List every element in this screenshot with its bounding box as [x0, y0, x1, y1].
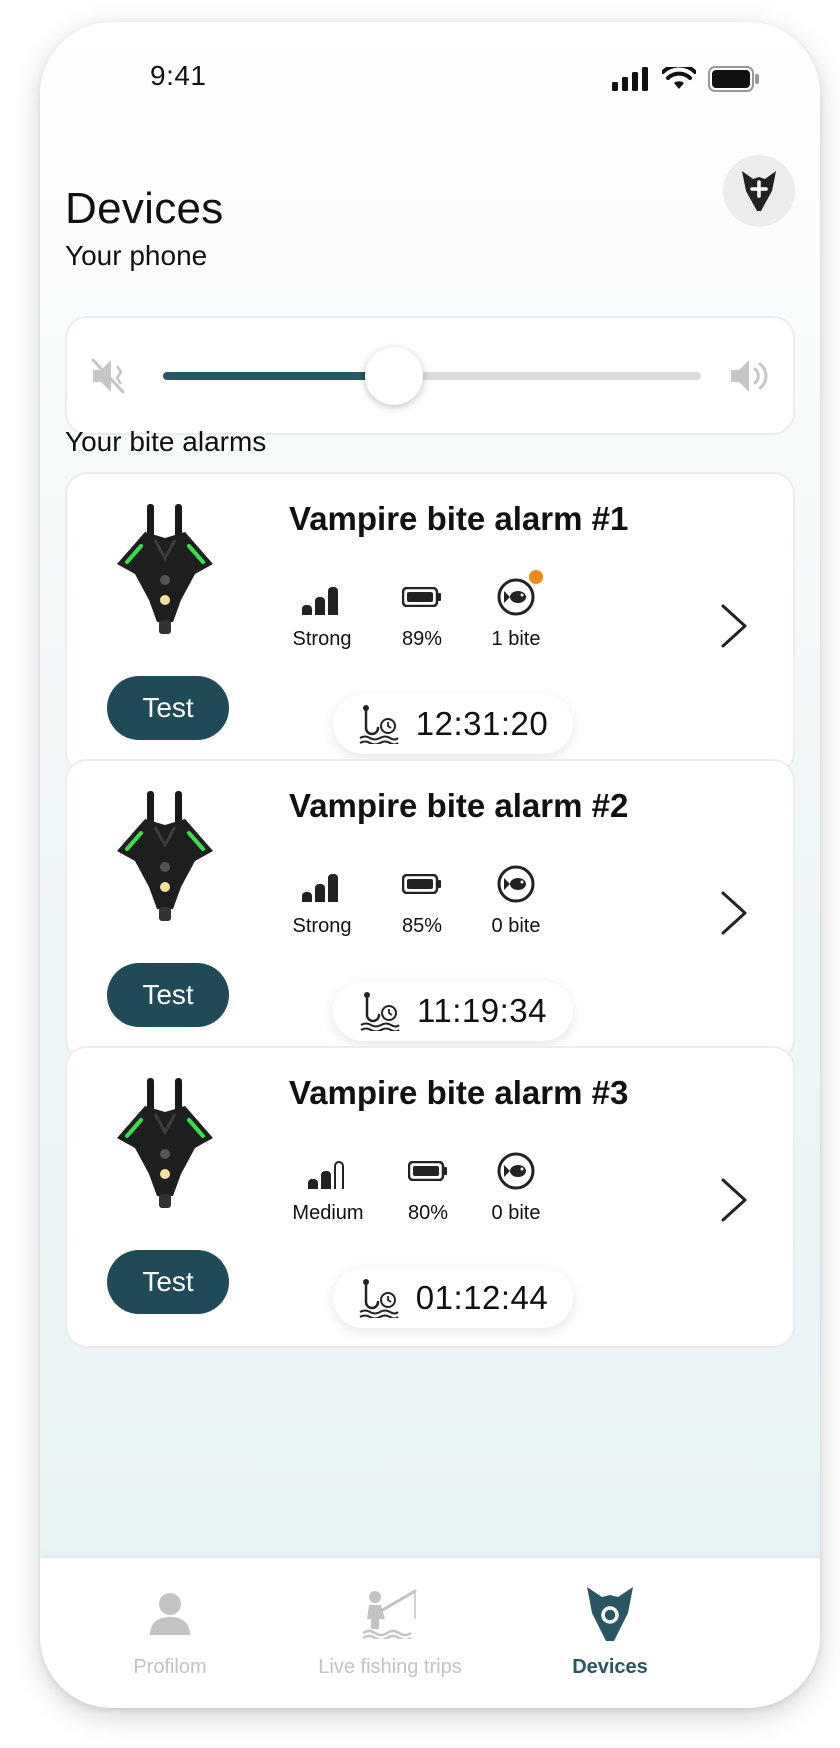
phone-section-label: Your phone [65, 240, 208, 271]
tab-label: Devices [572, 1656, 648, 1678]
new-bite-badge [529, 570, 543, 584]
volume-slider-thumb[interactable] [365, 347, 424, 405]
battery-icon [408, 1161, 447, 1181]
add-device-button[interactable] [723, 155, 795, 227]
wifi-icon [662, 67, 696, 89]
volume-slider[interactable] [163, 347, 701, 405]
bite-label: 0 bite [491, 1202, 541, 1224]
hook-timer-icon [360, 992, 400, 1031]
status-time: 9:41 [150, 60, 207, 91]
add-bite-alarm-icon [742, 171, 776, 211]
tab-label: Live fishing trips [318, 1656, 462, 1678]
timer-value: 11:19:34 [416, 992, 547, 1029]
alarm-name: Vampire bite alarm #2 [289, 787, 629, 824]
timer-pill: 12:31:20 [333, 694, 573, 754]
volume-loud-icon[interactable] [729, 356, 769, 396]
tab-label: Profilom [133, 1656, 207, 1678]
test-button[interactable]: Test [107, 676, 229, 740]
signal-label: Strong [292, 628, 352, 650]
timer-value: 12:31:20 [415, 705, 549, 742]
cellular-signal-icon [612, 67, 648, 91]
chevron-right-icon [721, 604, 747, 648]
timer-pill: 11:19:34 [333, 981, 573, 1041]
test-button[interactable]: Test [107, 963, 229, 1027]
signal-label: Strong [292, 915, 352, 937]
phone-volume-card [65, 316, 795, 435]
bite-count-icon [497, 578, 535, 616]
bite-stat: 0 bite [461, 861, 571, 938]
status-icons [612, 66, 760, 92]
signal-stat: Medium [273, 1148, 383, 1225]
page-title: Devices [65, 184, 224, 233]
timer-value: 01:12:44 [415, 1279, 549, 1316]
volume-mute-icon[interactable] [91, 356, 127, 396]
open-alarm-button[interactable] [719, 889, 749, 942]
bite-alarm-image [117, 791, 213, 921]
alarm-name: Vampire bite alarm #3 [289, 1074, 629, 1111]
battery-icon [402, 874, 441, 894]
battery-status-icon [708, 66, 759, 92]
signal-label: Medium [292, 1202, 364, 1224]
bite-label: 1 bite [491, 628, 541, 650]
hook-timer-icon [359, 1279, 399, 1318]
bite-stat: 0 bite [461, 1148, 571, 1225]
bite-count-icon [497, 865, 535, 903]
test-button[interactable]: Test [107, 1250, 229, 1314]
signal-strength-icon [308, 1161, 344, 1189]
bite-label: 0 bite [491, 915, 541, 937]
alarm-card[interactable]: Test Vampire bite alarm #1 Strong 89% 1 … [65, 472, 795, 774]
phone-screen: 9:41 Devices Your phone Your bite alarms… [40, 22, 820, 1708]
tab-devices[interactable]: Devices [490, 1584, 730, 1679]
signal-strength-icon [302, 587, 338, 615]
alarm-card[interactable]: Test Vampire bite alarm #2 Strong 85% 0 … [65, 759, 795, 1061]
tab-profilom[interactable]: Profilom [50, 1584, 290, 1679]
fisherman-icon [362, 1589, 417, 1639]
hook-timer-icon [359, 705, 399, 744]
alarm-name: Vampire bite alarm #1 [289, 500, 629, 537]
open-alarm-button[interactable] [719, 602, 749, 655]
bite-alarm-image [117, 504, 213, 634]
bite-alarm-image [117, 1078, 213, 1208]
alarms-section-label: Your bite alarms [65, 426, 267, 457]
bite-count-icon [497, 1152, 535, 1190]
volume-slider-fill [163, 372, 395, 380]
signal-stat: Strong [267, 861, 377, 938]
chevron-right-icon [721, 1178, 747, 1222]
signal-stat: Strong [267, 574, 377, 651]
timer-pill: 01:12:44 [333, 1268, 573, 1328]
battery-icon [402, 587, 441, 607]
signal-strength-icon [302, 874, 338, 902]
tab-bar: Profilom Live fishing trips Devices [40, 1558, 820, 1708]
chevron-right-icon [721, 891, 747, 935]
alarm-card[interactable]: Test Vampire bite alarm #3 Medium 80% 0 … [65, 1046, 795, 1348]
open-alarm-button[interactable] [719, 1176, 749, 1229]
bite-stat: 1 bite [461, 570, 571, 651]
tab-live-fishing-trips[interactable]: Live fishing trips [270, 1584, 510, 1679]
person-icon [150, 1593, 190, 1635]
bite-alarm-icon [587, 1587, 633, 1641]
